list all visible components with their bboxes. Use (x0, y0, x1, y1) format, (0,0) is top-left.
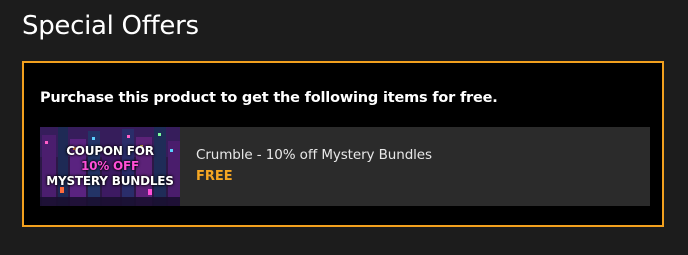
offer-item-info: Crumble - 10% off Mystery Bundles FREE (180, 127, 432, 206)
offer-item[interactable]: COUPON FOR 10% OFF MYSTERY BUNDLES Crumb… (40, 127, 650, 206)
coupon-label-line2: 10% OFF (80, 159, 140, 173)
offer-item-price: FREE (196, 169, 233, 184)
coupon-label: COUPON FOR 10% OFF MYSTERY BUNDLES (40, 144, 180, 189)
offer-item-name[interactable]: Crumble - 10% off Mystery Bundles (196, 146, 432, 164)
offer-heading: Purchase this product to get the followi… (40, 90, 498, 106)
section-title: Special Offers (22, 11, 199, 41)
coupon-label-line3: MYSTERY BUNDLES (46, 174, 174, 188)
coupon-label-line1: COUPON FOR (66, 144, 154, 158)
special-offer-box: Purchase this product to get the followi… (22, 61, 664, 227)
offer-item-thumbnail[interactable]: COUPON FOR 10% OFF MYSTERY BUNDLES (40, 127, 180, 206)
